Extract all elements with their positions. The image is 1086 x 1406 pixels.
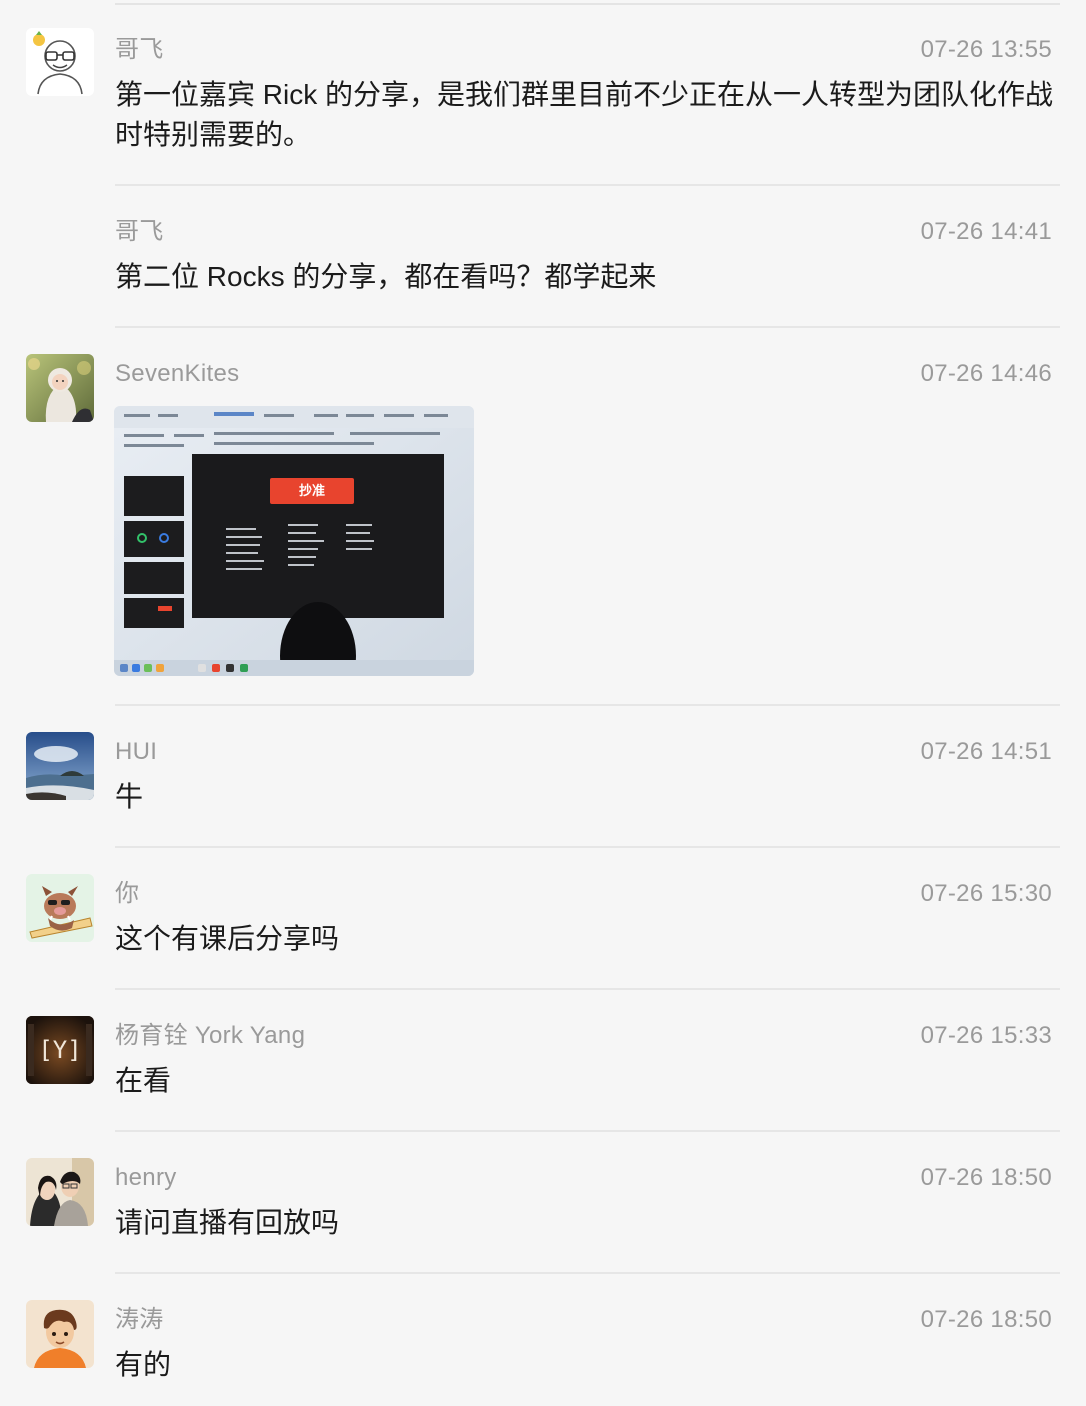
bald-man-glasses-icon xyxy=(26,28,94,96)
message-text: 请问直播有回放吗 xyxy=(115,1207,340,1238)
avatar[interactable] xyxy=(26,1300,94,1368)
sender-name[interactable]: SevenKites xyxy=(115,360,239,388)
seaside-avatar-icon xyxy=(26,732,94,800)
baby-avatar-icon xyxy=(26,354,94,422)
sender-name[interactable]: 哥飞 xyxy=(115,218,164,246)
divider xyxy=(115,704,1060,706)
avatar[interactable] xyxy=(26,1158,94,1226)
avatar[interactable] xyxy=(26,874,94,942)
divider xyxy=(115,1130,1060,1132)
divider xyxy=(115,184,1060,186)
presentation-photo xyxy=(114,406,474,676)
avatar[interactable] xyxy=(26,732,94,800)
message-time: 07-26 15:33 xyxy=(920,1022,1052,1049)
sender-name[interactable]: 你 xyxy=(115,880,139,908)
message-time: 07-26 15:30 xyxy=(920,880,1052,907)
avatar-logo-text: [Y] xyxy=(38,1036,82,1064)
message-text: 在看 xyxy=(115,1065,172,1096)
sender-name[interactable]: henry xyxy=(115,1164,177,1192)
sender-name[interactable]: 涛涛 xyxy=(115,1306,164,1334)
message-text: 牛 xyxy=(115,781,144,812)
avatar[interactable] xyxy=(26,354,94,422)
message-time: 07-26 14:46 xyxy=(920,360,1052,387)
message-time: 07-26 14:51 xyxy=(920,738,1052,765)
message-time: 07-26 13:55 xyxy=(920,36,1052,63)
message-text: 第二位 Rocks 的分享，都在看吗？都学起来 xyxy=(115,261,657,292)
divider xyxy=(115,1272,1060,1274)
avatar[interactable]: [Y] xyxy=(26,1016,94,1084)
sender-name[interactable]: 杨育铨 York Yang xyxy=(115,1022,305,1050)
divider xyxy=(115,846,1060,848)
couple-photo-icon xyxy=(26,1158,94,1226)
slide-title: 抄准 xyxy=(298,483,325,498)
message-text: 有的 xyxy=(115,1349,172,1380)
top-divider xyxy=(115,3,1060,5)
message-text: 第一位嘉宾 Rick 的分享，是我们群里目前不少正在从一人转型为团队化作战时特别… xyxy=(115,79,1054,150)
message-time: 07-26 18:50 xyxy=(920,1164,1052,1191)
message-image[interactable]: 抄准 xyxy=(114,406,474,676)
cartoon-boy-icon xyxy=(26,1300,94,1368)
divider xyxy=(115,326,1060,328)
sender-name[interactable]: 哥飞 xyxy=(115,36,164,64)
message-time: 07-26 18:50 xyxy=(920,1306,1052,1333)
cartoon-boar-icon xyxy=(26,874,94,942)
sender-name[interactable]: HUI xyxy=(115,738,157,766)
divider xyxy=(115,988,1060,990)
avatar[interactable] xyxy=(26,28,94,96)
message-time: 07-26 14:41 xyxy=(920,218,1052,245)
message-text: 这个有课后分享吗 xyxy=(115,923,340,954)
